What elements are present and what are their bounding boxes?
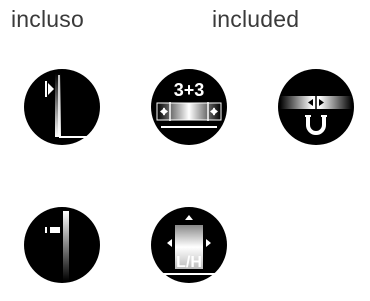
magnet-adjust-icon — [278, 69, 354, 145]
fence-vertical-icon — [24, 69, 100, 145]
lh-adjust-icon: L/H — [151, 207, 227, 283]
lh-text: L/H — [176, 254, 202, 271]
vertical-bar-icon — [24, 207, 100, 283]
label-incluso: incluso — [11, 6, 84, 32]
three-plus-three-text: 3+3 — [174, 80, 205, 100]
label-included: included — [212, 6, 300, 32]
three-plus-three-icon: 3+3 — [151, 69, 227, 145]
